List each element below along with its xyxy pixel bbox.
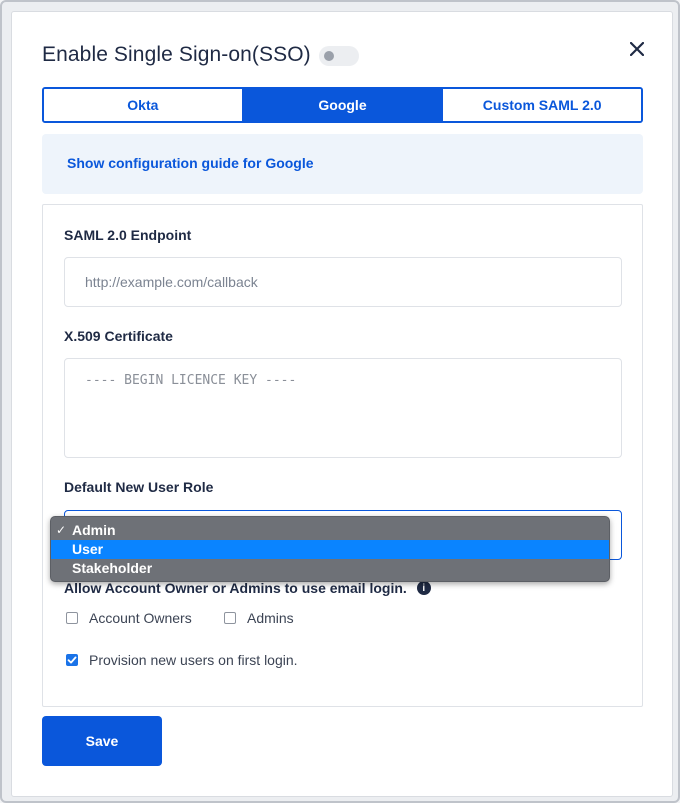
endpoint-input[interactable]: http://example.com/callback — [64, 257, 622, 307]
tab-okta[interactable]: Okta — [44, 89, 242, 121]
window-frame: Enable Single Sign-on(SSO) Okta Google C… — [0, 0, 680, 803]
info-icon[interactable]: i — [416, 581, 431, 595]
close-icon — [630, 42, 644, 56]
checkmark-icon — [67, 656, 77, 664]
account-owners-checkbox[interactable] — [66, 612, 78, 624]
sso-form: SAML 2.0 Endpoint http://example.com/cal… — [42, 204, 643, 707]
guide-banner: Show configuration guide for Google — [42, 134, 643, 194]
toggle-knob — [324, 51, 334, 61]
provision-option[interactable]: Provision new users on first login. — [66, 652, 298, 668]
provider-tabs: Okta Google Custom SAML 2.0 — [42, 87, 643, 123]
sso-toggle[interactable] — [319, 46, 359, 66]
endpoint-label: SAML 2.0 Endpoint — [64, 227, 192, 243]
account-owners-option[interactable]: Account Owners — [66, 610, 192, 626]
admins-option[interactable]: Admins — [224, 610, 294, 626]
email-login-label: Allow Account Owner or Admins to use ema… — [64, 580, 407, 596]
tab-custom-saml[interactable]: Custom SAML 2.0 — [441, 89, 641, 121]
role-label: Default New User Role — [64, 479, 214, 495]
modal-title: Enable Single Sign-on(SSO) — [42, 43, 311, 66]
tab-google[interactable]: Google — [241, 89, 442, 121]
selected-check-icon: ✓ — [56, 523, 67, 537]
admins-label: Admins — [247, 610, 294, 626]
provision-label: Provision new users on first login. — [89, 652, 298, 668]
configuration-guide-link[interactable]: Show configuration guide for Google — [67, 155, 314, 171]
role-dropdown-menu: ✓ Admin User Stakeholder — [50, 516, 610, 582]
role-option-label: Admin — [72, 522, 116, 538]
role-option-label: User — [72, 541, 104, 557]
admins-checkbox[interactable] — [224, 612, 236, 624]
email-login-row: Allow Account Owner or Admins to use ema… — [64, 580, 431, 596]
close-button[interactable] — [624, 36, 650, 62]
sso-modal: Enable Single Sign-on(SSO) Okta Google C… — [11, 11, 673, 797]
account-owners-label: Account Owners — [89, 610, 192, 626]
role-option-label: Stakeholder — [72, 560, 153, 576]
certificate-textarea[interactable]: ---- BEGIN LICENCE KEY ---- — [64, 358, 622, 458]
save-button[interactable]: Save — [42, 716, 162, 766]
provision-checkbox[interactable] — [66, 654, 78, 666]
role-option-stakeholder[interactable]: Stakeholder — [51, 559, 609, 578]
certificate-label: X.509 Certificate — [64, 328, 173, 344]
role-option-user[interactable]: User — [51, 540, 609, 559]
role-option-admin[interactable]: ✓ Admin — [51, 521, 609, 540]
